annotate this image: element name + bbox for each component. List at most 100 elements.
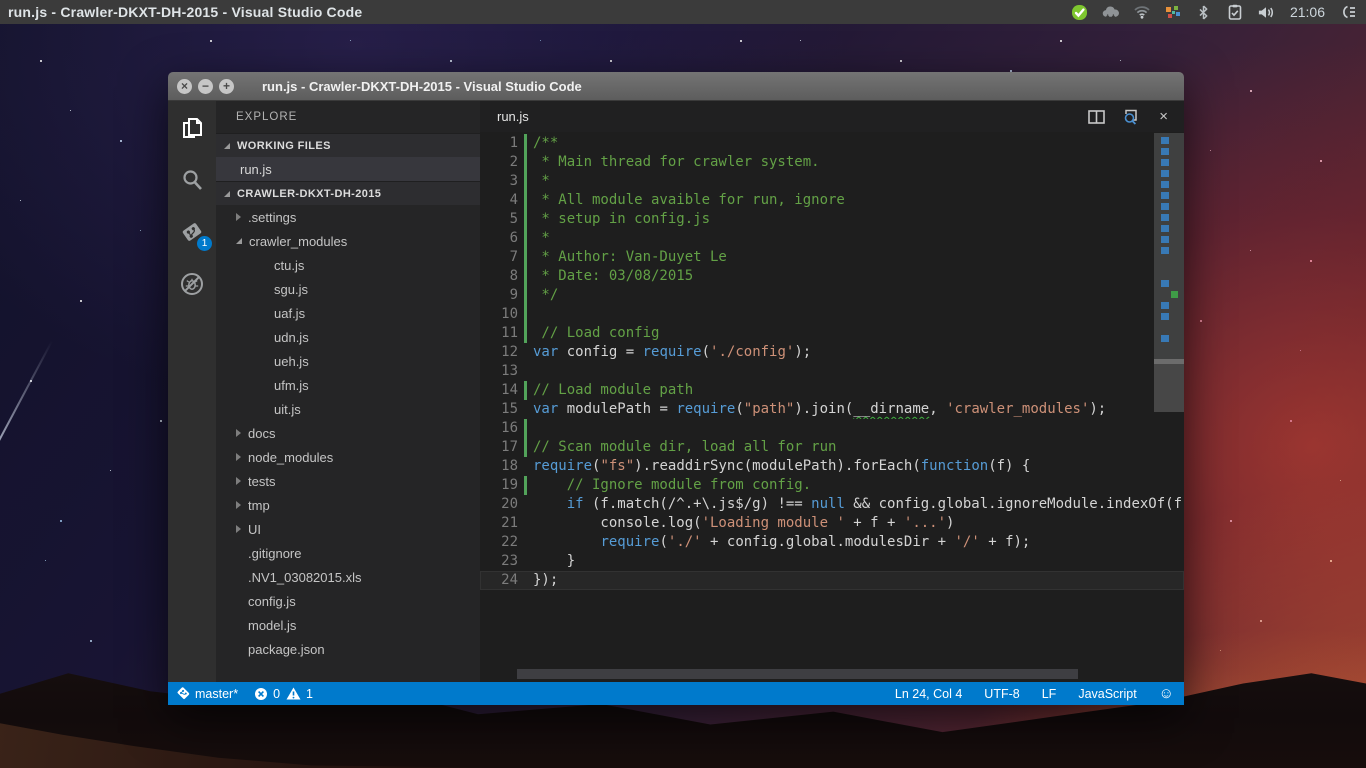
tree-item-uaf-js[interactable]: uaf.js [216, 301, 480, 325]
tree-item-node-modules[interactable]: node_modules [216, 445, 480, 469]
search-icon[interactable] [179, 167, 205, 193]
line-number: 16 [480, 419, 518, 438]
code-line-14[interactable]: 14// Load module path [480, 381, 1184, 400]
project-header[interactable]: CRAWLER-DKXT-DH-2015 [216, 181, 480, 205]
code-line-20[interactable]: 20 if (f.match(/^.+\.js$/g) !== null && … [480, 495, 1184, 514]
open-preview-icon[interactable] [1123, 109, 1141, 125]
code-line-8[interactable]: 8 * Date: 03/08/2015 [480, 267, 1184, 286]
tree-item-crawler-modules[interactable]: crawler_modules [216, 229, 480, 253]
sidebar-title: EXPLORE [216, 101, 480, 133]
working-files-header[interactable]: WORKING FILES [216, 133, 480, 157]
ruler-change-mark [1161, 137, 1169, 144]
code-line-10[interactable]: 10 [480, 305, 1184, 324]
code-line-19[interactable]: 19 // Ignore module from config. [480, 476, 1184, 495]
tree-item-config-js[interactable]: config.js [216, 589, 480, 613]
tree-item--settings[interactable]: .settings [216, 205, 480, 229]
chevron-collapsed-icon [236, 453, 241, 461]
tree-item--gitignore[interactable]: .gitignore [216, 541, 480, 565]
code-line-21[interactable]: 21 console.log('Loading module ' + f + '… [480, 514, 1184, 533]
close-button[interactable]: × [177, 79, 192, 94]
minimize-button[interactable]: − [198, 79, 213, 94]
code-line-11[interactable]: 11 // Load config [480, 324, 1184, 343]
git-badge: 1 [197, 236, 212, 251]
code-line-9[interactable]: 9 */ [480, 286, 1184, 305]
code-area[interactable]: 1/**2 * Main thread for crawler system.3… [480, 132, 1184, 682]
tree-item-ufm-js[interactable]: ufm.js [216, 373, 480, 397]
chevron-collapsed-icon [236, 525, 241, 533]
cursor-position[interactable]: Ln 24, Col 4 [895, 687, 962, 701]
maximize-button[interactable]: + [219, 79, 234, 94]
horizontal-scrollbar[interactable] [517, 669, 1078, 679]
eol-indicator[interactable]: LF [1042, 687, 1057, 701]
tree-item--nv1-03082015-xls[interactable]: .NV1_03082015.xls [216, 565, 480, 589]
git-icon[interactable]: 1 [179, 219, 205, 245]
close-icon[interactable]: × [1159, 109, 1168, 124]
scrollbar-slider[interactable] [1154, 133, 1184, 359]
code-line-17[interactable]: 17// Scan module dir, load all for run [480, 438, 1184, 457]
tree-item-uit-js[interactable]: uit.js [216, 397, 480, 421]
chevron-expanded-icon [224, 191, 230, 197]
code-line-5[interactable]: 5 * setup in config.js [480, 210, 1184, 229]
code-line-2[interactable]: 2 * Main thread for crawler system. [480, 153, 1184, 172]
tree-item-tests[interactable]: tests [216, 469, 480, 493]
working-file-runjs[interactable]: run.js [216, 157, 480, 181]
ruler-change-mark [1161, 170, 1169, 177]
git-branch-indicator[interactable]: master* [176, 686, 238, 701]
warning-count: 1 [306, 687, 313, 701]
feedback-smiley-icon[interactable]: ☺ [1159, 686, 1174, 701]
volume-icon[interactable] [1257, 3, 1275, 21]
window-titlebar[interactable]: × − + run.js - Crawler-DKXT-DH-2015 - Vi… [168, 72, 1184, 101]
tree-item-docs[interactable]: docs [216, 421, 480, 445]
line-number: 8 [480, 267, 518, 286]
tree-item-sgu-js[interactable]: sgu.js [216, 277, 480, 301]
code-line-6[interactable]: 6 * [480, 229, 1184, 248]
clipboard-icon[interactable] [1226, 3, 1244, 21]
explorer-icon[interactable] [179, 115, 205, 141]
encoding-indicator[interactable]: UTF-8 [984, 687, 1019, 701]
line-number: 18 [480, 457, 518, 476]
error-indicator[interactable]: 0 [254, 687, 280, 701]
warning-indicator[interactable]: 1 [286, 687, 313, 701]
system-tray: 21:06 [1071, 0, 1358, 24]
code-line-7[interactable]: 7 * Author: Van-Duyet Le [480, 248, 1184, 267]
tree-item-udn-js[interactable]: udn.js [216, 325, 480, 349]
code-line-24[interactable]: 24}); [480, 571, 1184, 590]
code-line-1[interactable]: 1/** [480, 134, 1184, 153]
tree-item-tmp[interactable]: tmp [216, 493, 480, 517]
tree-item-package-json[interactable]: package.json [216, 637, 480, 661]
ruler-warning-mark [1171, 291, 1178, 298]
overview-ruler[interactable] [1154, 133, 1184, 681]
error-count: 0 [273, 687, 280, 701]
code-line-16[interactable]: 16 [480, 419, 1184, 438]
tree-item-ueh-js[interactable]: ueh.js [216, 349, 480, 373]
tree-item-ctu-js[interactable]: ctu.js [216, 253, 480, 277]
tree-item-model-js[interactable]: model.js [216, 613, 480, 637]
split-editor-icon[interactable] [1088, 110, 1105, 124]
modified-line-indicator [524, 400, 527, 419]
code-line-13[interactable]: 13 [480, 362, 1184, 381]
wifi-icon[interactable] [1133, 3, 1151, 21]
clock[interactable]: 21:06 [1290, 4, 1325, 20]
skype-status-icon[interactable] [1071, 3, 1089, 21]
code-line-12[interactable]: 12var config = require('./config'); [480, 343, 1184, 362]
ruler-change-mark [1161, 203, 1169, 210]
bluetooth-icon[interactable] [1195, 3, 1213, 21]
modified-line-indicator [524, 191, 527, 210]
debug-disabled-icon[interactable] [179, 271, 205, 297]
session-power-icon[interactable] [1340, 3, 1358, 21]
tree-item-ui[interactable]: UI [216, 517, 480, 541]
code-line-3[interactable]: 3 * [480, 172, 1184, 191]
code-line-23[interactable]: 23 } [480, 552, 1184, 571]
code-line-18[interactable]: 18require("fs").readdirSync(modulePath).… [480, 457, 1184, 476]
code-line-15[interactable]: 15var modulePath = require("path").join(… [480, 400, 1184, 419]
network-places-icon[interactable] [1164, 3, 1182, 21]
modified-line-indicator [524, 552, 527, 571]
cloud-icon[interactable] [1102, 3, 1120, 21]
tab-runjs[interactable]: run.js [497, 109, 529, 124]
line-number: 19 [480, 476, 518, 495]
code-line-4[interactable]: 4 * All module avaible for run, ignore [480, 191, 1184, 210]
code-lines: 1/**2 * Main thread for crawler system.3… [480, 134, 1184, 590]
code-line-22[interactable]: 22 require('./' + config.global.modulesD… [480, 533, 1184, 552]
language-indicator[interactable]: JavaScript [1078, 687, 1136, 701]
line-number: 24 [480, 571, 518, 590]
